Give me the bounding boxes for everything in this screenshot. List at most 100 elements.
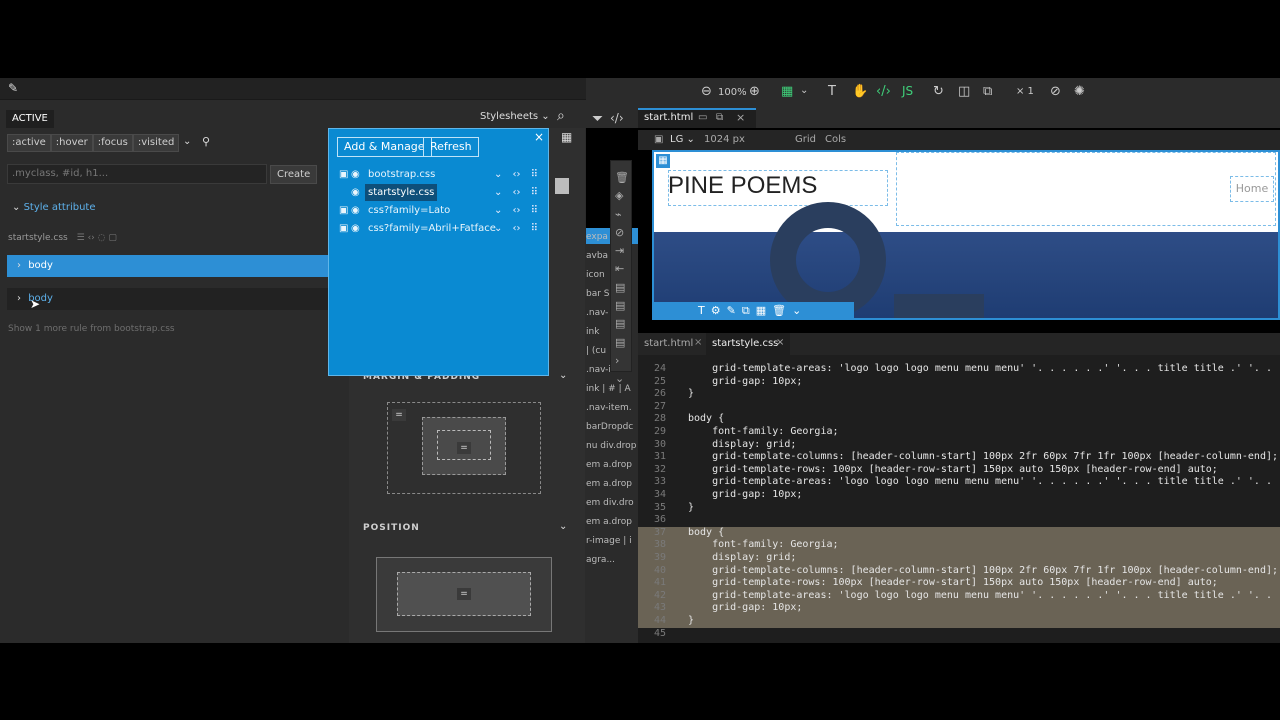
eye-icon[interactable]: ◉: [351, 184, 360, 201]
scrollbar-handle[interactable]: [555, 178, 569, 194]
arrow-left-icon[interactable]: ⇤: [615, 260, 629, 278]
drag-handle-icon[interactable]: ⠿: [531, 184, 538, 201]
preview-icon[interactable]: ◫: [958, 84, 970, 99]
trash-icon[interactable]: 🗑: [772, 304, 792, 317]
window-icon[interactable]: ▭: [698, 112, 707, 123]
code-line[interactable]: 30 display: grid;: [638, 439, 1280, 452]
row-icon[interactable]: ▤: [615, 279, 629, 297]
row-icon[interactable]: ▤: [615, 315, 629, 333]
export-icon[interactable]: ⧉: [983, 84, 992, 99]
lock-icon[interactable]: ▣: [339, 220, 348, 237]
code-icon[interactable]: ‹/›: [610, 111, 624, 125]
code-line[interactable]: 40 grid-template-columns: [header-column…: [638, 564, 1280, 578]
tag-icon[interactable]: ◈: [615, 187, 629, 205]
trash-icon[interactable]: 🗑: [615, 169, 629, 187]
eye-icon[interactable]: ◉: [351, 166, 360, 183]
duplicate-icon[interactable]: ⧉: [742, 304, 756, 317]
chevron-down-icon[interactable]: ⌄: [183, 136, 191, 147]
code-line[interactable]: 26}: [638, 388, 1280, 401]
code-line[interactable]: 25 grid-gap: 10px;: [638, 376, 1280, 389]
device-icon[interactable]: ▣: [654, 134, 663, 145]
eye-off-icon[interactable]: ◌: [98, 233, 106, 243]
eye-off-icon[interactable]: ⊘: [1050, 84, 1061, 99]
stylesheet-row[interactable]: ▣ ◉ css?family=Abril+Fatface ⌄ ‹› ⠿: [337, 220, 542, 237]
lock-icon[interactable]: ▣: [339, 166, 348, 183]
lock-icon[interactable]: ▢: [108, 233, 117, 243]
chevron-down-icon[interactable]: ⌄: [559, 521, 567, 532]
row-icon[interactable]: ▤: [615, 334, 629, 352]
code-line[interactable]: 35}: [638, 502, 1280, 515]
tab-start-html[interactable]: start.html ▭ ⧉ ×: [638, 108, 756, 128]
zoom-in-icon[interactable]: ⊕: [749, 84, 760, 99]
eye-icon[interactable]: ◉: [351, 220, 360, 237]
zoom-out-icon[interactable]: ⊖: [701, 84, 712, 99]
code-line[interactable]: 33 grid-template-areas: 'logo logo logo …: [638, 476, 1280, 489]
cols-toggle[interactable]: Cols: [825, 134, 846, 145]
stylesheets-dropdown[interactable]: Stylesheets ⌄: [480, 111, 550, 122]
peek-item[interactable]: nu div.drop: [586, 437, 636, 456]
code-line[interactable]: 29 font-family: Georgia;: [638, 426, 1280, 439]
code-line[interactable]: 31 grid-template-columns: [header-column…: [638, 451, 1280, 464]
peek-item[interactable]: em a.drop: [586, 456, 636, 475]
text-icon[interactable]: T: [698, 304, 711, 317]
drag-handle-icon[interactable]: ⠿: [531, 220, 538, 237]
style-attribute-toggle[interactable]: ⌄ Style attribute: [12, 202, 96, 213]
drag-handle-icon[interactable]: ⠿: [531, 166, 538, 183]
code-line[interactable]: 42 grid-template-areas: 'logo logo logo …: [638, 589, 1280, 603]
pin-icon[interactable]: ⚲: [202, 135, 210, 148]
class-selector-input[interactable]: .myclass, #id, h1...: [7, 164, 267, 184]
grid-toggle[interactable]: Grid: [795, 134, 816, 145]
settings-icon[interactable]: ✺: [1074, 84, 1085, 99]
chevron-down-icon[interactable]: ⌄: [792, 304, 807, 317]
peek-item[interactable]: barDropdc: [586, 418, 636, 437]
stylesheet-row[interactable]: ▣ ◉ css?family=Lato ⌄ ‹› ⠿: [337, 202, 542, 219]
more-rules-link[interactable]: Show 1 more rule from bootstrap.css: [8, 324, 175, 334]
grid-layout-icon[interactable]: ▦: [781, 84, 793, 99]
peek-item[interactable]: em div.dro: [586, 494, 636, 513]
search-icon[interactable]: ⌕: [557, 108, 565, 124]
create-button[interactable]: Create: [270, 165, 318, 184]
code-line[interactable]: 32 grid-template-rows: 100px [header-row…: [638, 464, 1280, 477]
code-icon[interactable]: ‹›: [513, 184, 521, 201]
peek-item[interactable]: em a.drop: [586, 513, 636, 532]
pseudo-visited-button[interactable]: :visited: [132, 134, 180, 152]
filter-icon[interactable]: ⏷: [592, 111, 603, 127]
code-line[interactable]: 37 body {: [638, 526, 1280, 540]
code-line[interactable]: 39 display: grid;: [638, 552, 1280, 565]
chevron-right-icon[interactable]: ›: [615, 352, 629, 370]
refresh-button[interactable]: Refresh: [423, 137, 479, 157]
multiplier[interactable]: × 1: [1016, 86, 1034, 97]
code-line[interactable]: 38 font-family: Georgia;: [638, 539, 1280, 552]
js-icon[interactable]: JS: [902, 84, 913, 98]
add-manage-button[interactable]: Add & Manage: [337, 137, 432, 157]
link-values-icon[interactable]: =: [457, 442, 471, 454]
code-line[interactable]: 36: [638, 514, 1280, 527]
chevron-down-icon[interactable]: ⌄: [800, 85, 808, 96]
code-editor[interactable]: 24 grid-template-areas: 'logo logo logo …: [638, 355, 1280, 643]
code-line[interactable]: 24 grid-template-areas: 'logo logo logo …: [638, 363, 1280, 376]
code-line[interactable]: 43 grid-gap: 10px;: [638, 602, 1280, 615]
code-line[interactable]: 41 grid-template-rows: 100px [header-row…: [638, 577, 1280, 590]
code-icon[interactable]: ‹›: [513, 166, 521, 183]
refresh-icon[interactable]: ↻: [933, 84, 944, 99]
link-margin-icon[interactable]: =: [392, 409, 406, 421]
grid-icon[interactable]: ▦: [756, 304, 772, 317]
close-icon[interactable]: ×: [694, 337, 702, 348]
eye-off-icon[interactable]: ⊘: [615, 224, 629, 242]
code-icon[interactable]: ‹›: [513, 220, 521, 237]
link-icon[interactable]: ⌁: [615, 206, 629, 224]
chevron-down-icon[interactable]: ⌄: [494, 184, 502, 201]
breakpoint-selector[interactable]: LG ⌄: [670, 134, 695, 145]
editor-tab-startstyle-css[interactable]: startstyle.css ×: [706, 333, 790, 355]
text-tool-icon[interactable]: T: [828, 84, 836, 99]
tab-active[interactable]: ACTIVE: [6, 110, 54, 128]
list-icon[interactable]: ☰: [77, 233, 85, 243]
code-icon[interactable]: ‹›: [88, 233, 95, 243]
close-icon[interactable]: ×: [736, 111, 745, 124]
close-icon[interactable]: ×: [776, 337, 784, 348]
peek-item[interactable]: em a.drop: [586, 475, 636, 494]
chevron-down-icon[interactable]: ⌄: [559, 370, 567, 381]
brush-icon[interactable]: ✎: [8, 81, 18, 95]
pseudo-focus-button[interactable]: :focus: [92, 134, 133, 152]
pseudo-active-button[interactable]: :active: [7, 134, 51, 152]
